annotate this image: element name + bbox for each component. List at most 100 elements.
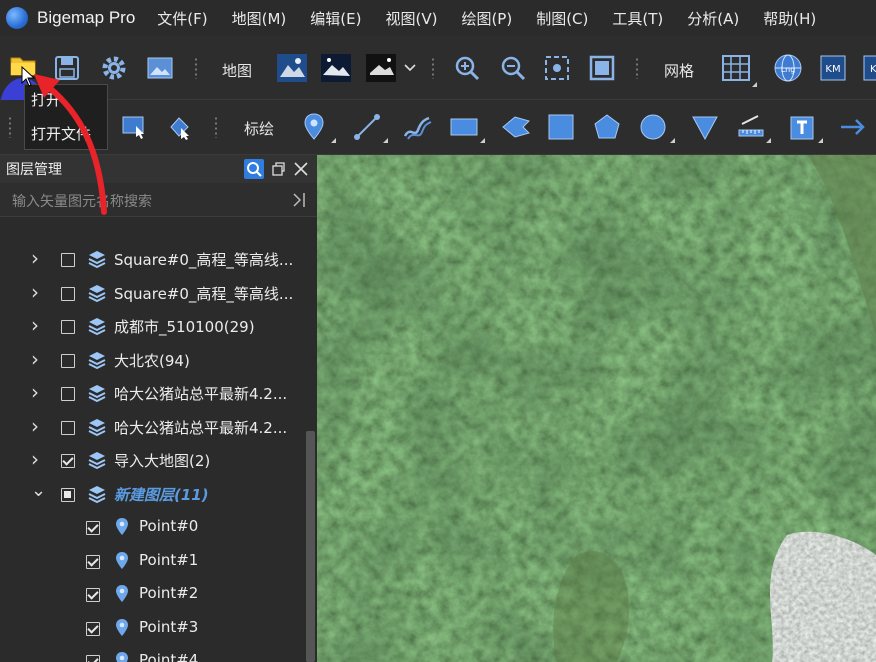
layer-row[interactable]: › 大北农(94) (0, 344, 305, 377)
point-row[interactable]: Point#1 (0, 545, 305, 578)
km-grid-button[interactable]: KM (818, 54, 848, 82)
image-button[interactable] (145, 54, 175, 82)
point-row[interactable]: Point#0 (0, 511, 305, 544)
layer-checkbox[interactable] (61, 454, 75, 468)
draw-point-button[interactable] (300, 112, 328, 142)
dropdown-corner (480, 138, 485, 143)
draw-rectangle-button[interactable] (448, 114, 480, 140)
arrow-shape-icon (502, 116, 530, 138)
layer-tree-scrollbar[interactable] (306, 431, 315, 662)
chevron-right-icon[interactable]: › (31, 246, 39, 270)
layers-icon (88, 485, 106, 503)
point-row[interactable]: Point#2 (0, 578, 305, 611)
map-pin-icon (116, 618, 128, 636)
layer-checkbox[interactable] (61, 253, 75, 267)
menu-edit[interactable]: 编辑(E) (310, 8, 361, 29)
edit-feature-button[interactable] (166, 114, 194, 140)
chevron-right-icon[interactable]: › (31, 414, 39, 438)
point-checkbox[interactable] (86, 521, 100, 535)
menu-draw[interactable]: 绘图(P) (461, 8, 512, 29)
chevron-right-icon[interactable]: › (31, 447, 39, 471)
layer-row[interactable]: › 导入大地图(2) (0, 444, 305, 477)
menu-view[interactable]: 视图(V) (385, 8, 437, 29)
menu-cartography[interactable]: 制图(C) (536, 8, 588, 29)
layer-row[interactable]: ⌄ 新建图层(11) (0, 478, 305, 511)
zoom-in-button[interactable] (452, 54, 482, 82)
point-checkbox[interactable] (86, 655, 100, 662)
circle-icon (640, 114, 666, 140)
layers-icon (88, 251, 106, 268)
menu-bar: 文件(F) 地图(M) 编辑(E) 视图(V) 绘图(P) 制图(C) 工具(T… (157, 8, 840, 29)
save-button[interactable] (52, 54, 82, 82)
text-label-button[interactable] (788, 112, 818, 142)
km2-grid-button[interactable]: KM (862, 54, 876, 82)
toolbar-grip[interactable] (194, 57, 198, 79)
point-checkbox[interactable] (86, 621, 100, 636)
ruler-icon (738, 115, 764, 137)
point-label: Point#4 (139, 651, 199, 662)
menu-map[interactable]: 地图(M) (232, 8, 287, 29)
point-checkbox[interactable] (86, 554, 100, 569)
close-panel-button[interactable] (293, 161, 309, 177)
restore-button[interactable] (270, 161, 286, 177)
draw-sector-button[interactable] (690, 112, 720, 142)
layer-checkbox[interactable] (61, 320, 75, 334)
terrain-map-button[interactable] (320, 53, 352, 83)
full-extent-button[interactable] (587, 54, 617, 82)
rectangle-icon (450, 118, 478, 136)
toolbar-grip[interactable] (431, 57, 435, 79)
search-go-button[interactable] (292, 192, 306, 208)
chevron-right-icon[interactable]: › (31, 380, 39, 404)
satellite-map-view[interactable] (317, 155, 876, 662)
zoom-out-button[interactable] (498, 54, 528, 82)
layer-checkbox[interactable] (61, 487, 75, 502)
chevron-right-icon[interactable]: › (31, 280, 39, 304)
select-image-button[interactable] (120, 114, 148, 140)
layer-row[interactable]: › 成都市_510100(29) (0, 310, 305, 343)
layer-label: Square#0_高程_等高线... (114, 251, 294, 269)
settings-button[interactable] (99, 54, 129, 82)
draw-line-button[interactable] (352, 112, 382, 142)
map-label: 地图 (222, 62, 253, 80)
map-dropdown[interactable] (402, 62, 418, 74)
toolbar-grip[interactable] (635, 57, 639, 79)
dark-map-button[interactable] (365, 53, 397, 83)
draw-curve-button[interactable] (402, 112, 432, 142)
draw-arrow-button[interactable] (838, 112, 868, 142)
draw-square-button[interactable] (546, 112, 576, 142)
draw-arrow-shape-button[interactable] (500, 113, 532, 141)
layer-search-input[interactable]: 输入矢量图元名称搜索 (12, 191, 152, 211)
lnglat-grid-button[interactable]: Lng (772, 52, 804, 84)
layer-row[interactable]: › 哈大公猪站总平最新4.2... (0, 377, 305, 410)
layer-checkbox[interactable] (61, 353, 75, 368)
layer-row[interactable]: › Square#0_高程_等高线... (0, 243, 305, 276)
menu-help[interactable]: 帮助(H) (763, 8, 816, 29)
draw-polygon-button[interactable] (592, 112, 622, 142)
draw-circle-button[interactable] (638, 112, 668, 142)
fit-extent-button[interactable] (542, 54, 572, 82)
chevron-right-icon[interactable]: › (31, 347, 39, 371)
search-button[interactable] (244, 159, 264, 179)
image-select-icon (122, 116, 144, 139)
toolbar-grip[interactable] (214, 116, 218, 138)
satellite-map-button[interactable] (276, 53, 308, 83)
layer-checkbox[interactable] (61, 420, 75, 435)
layer-checkbox[interactable] (61, 286, 75, 301)
chevron-right-icon[interactable]: › (31, 313, 39, 337)
layer-row[interactable]: › Square#0_高程_等高线... (0, 277, 305, 310)
menu-tools[interactable]: 工具(T) (612, 8, 663, 29)
chevron-down-icon[interactable]: ⌄ (31, 480, 46, 501)
point-row[interactable]: Point#3 (0, 612, 305, 645)
layer-label: Square#0_高程_等高线... (114, 284, 294, 303)
layer-row[interactable]: › 哈大公猪站总平最新4.2... (0, 411, 305, 444)
measure-button[interactable] (736, 112, 766, 142)
toolbar-grip[interactable] (8, 116, 12, 138)
grid-button[interactable] (720, 54, 752, 82)
title-bar: Bigemap Pro 文件(F) 地图(M) 编辑(E) 视图(V) 绘图(P… (0, 0, 876, 36)
point-row[interactable]: Point#4 (0, 645, 305, 662)
point-checkbox[interactable] (86, 588, 100, 602)
layer-checkbox[interactable] (61, 387, 75, 401)
menu-analysis[interactable]: 分析(A) (687, 8, 739, 29)
dropdown-corner (818, 138, 823, 143)
menu-file[interactable]: 文件(F) (157, 8, 207, 29)
